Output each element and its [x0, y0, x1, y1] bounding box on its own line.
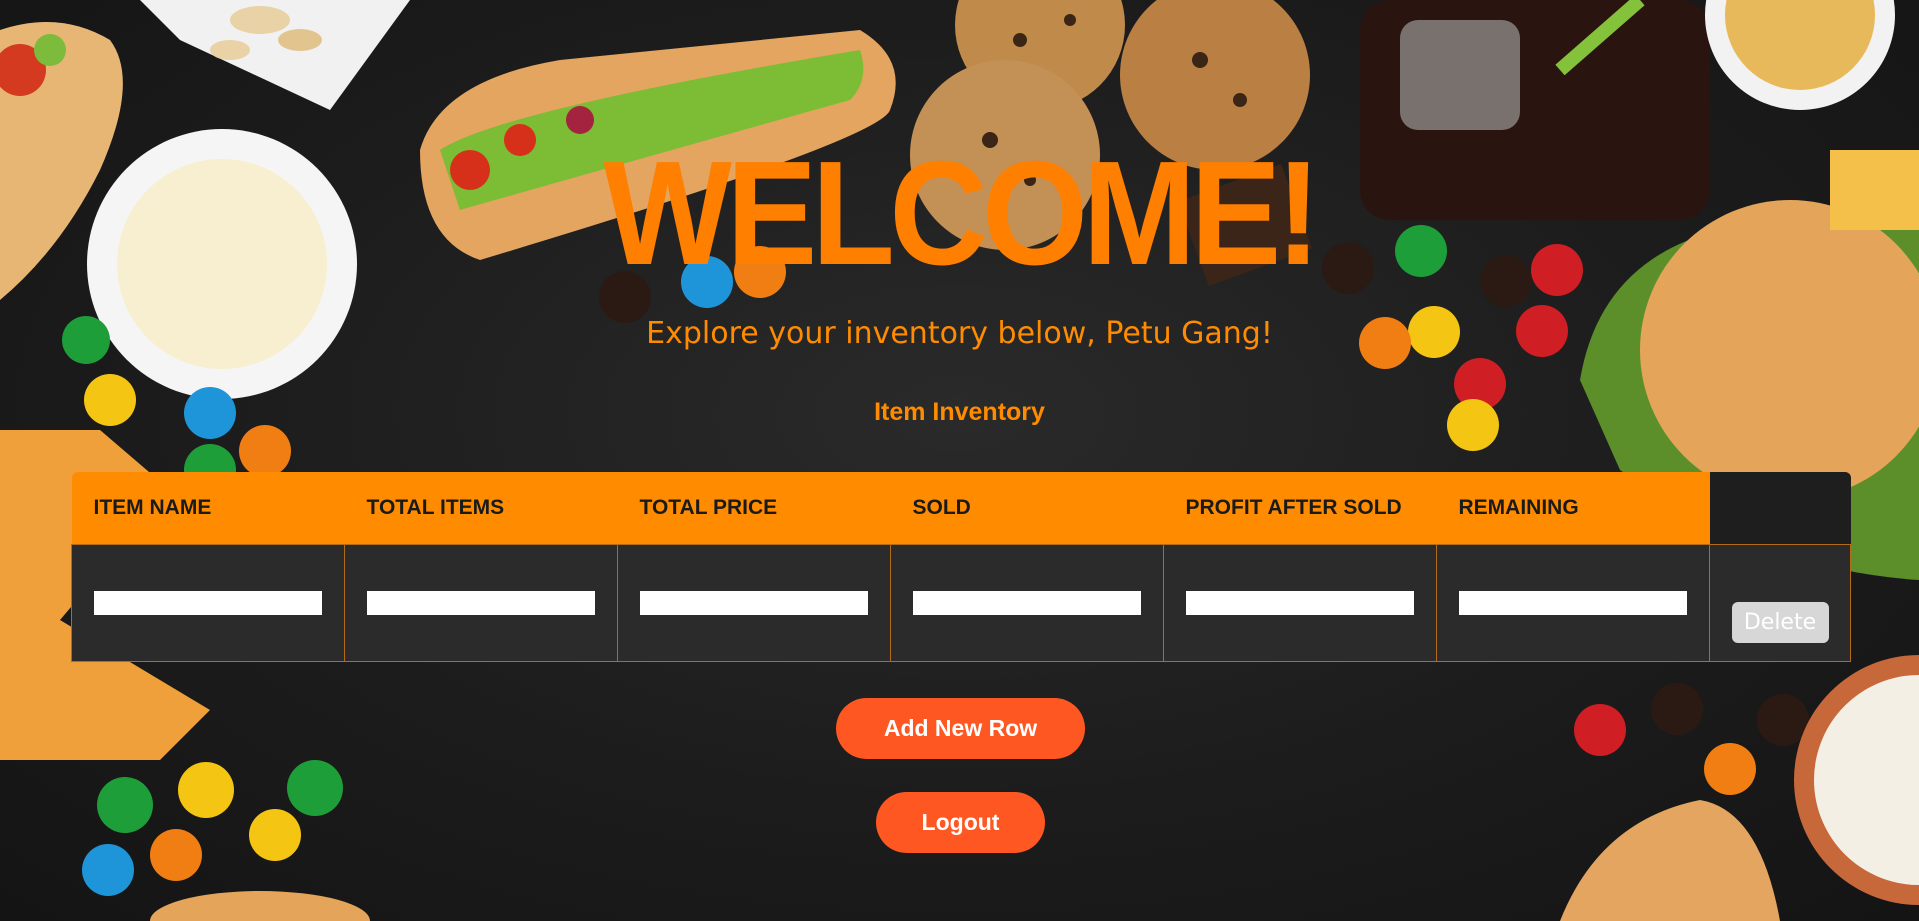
section-title: Item Inventory [874, 398, 1045, 426]
column-header-actions [1709, 472, 1851, 545]
cell-total-price [617, 544, 891, 662]
table-header-row: ITEM NAME TOTAL ITEMS TOTAL PRICE SOLD P… [71, 472, 1851, 545]
cell-actions: Delete [1709, 544, 1851, 662]
add-new-row-button[interactable]: Add New Row [836, 698, 1085, 759]
column-header-item-name: ITEM NAME [71, 472, 345, 545]
table-row: Delete [71, 544, 1851, 662]
cell-item-name [71, 544, 345, 662]
cell-total-items [344, 544, 618, 662]
cell-sold [890, 544, 1164, 662]
welcome-heading: WELCOME! [603, 131, 1321, 296]
inventory-table-container: ITEM NAME TOTAL ITEMS TOTAL PRICE SOLD P… [71, 472, 1851, 662]
page-subtitle: Explore your inventory below, Petu Gang! [646, 316, 1273, 351]
inventory-table: ITEM NAME TOTAL ITEMS TOTAL PRICE SOLD P… [71, 472, 1851, 662]
cell-remaining [1436, 544, 1710, 662]
total-price-input[interactable] [640, 591, 868, 615]
logout-button[interactable]: Logout [876, 792, 1045, 853]
column-header-total-items: TOTAL ITEMS [344, 472, 618, 545]
remaining-input[interactable] [1459, 591, 1687, 615]
profit-after-sold-input[interactable] [1186, 591, 1414, 615]
column-header-profit-after-sold: PROFIT AFTER SOLD [1163, 472, 1437, 545]
main-content: WELCOME! Explore your inventory below, P… [0, 0, 1919, 921]
column-header-total-price: TOTAL PRICE [617, 472, 891, 545]
cell-profit-after-sold [1163, 544, 1437, 662]
total-items-input[interactable] [367, 591, 595, 615]
column-header-remaining: REMAINING [1436, 472, 1710, 545]
sold-input[interactable] [913, 591, 1141, 615]
column-header-sold: SOLD [890, 472, 1164, 545]
item-name-input[interactable] [94, 591, 322, 615]
delete-row-button[interactable]: Delete [1731, 601, 1829, 643]
